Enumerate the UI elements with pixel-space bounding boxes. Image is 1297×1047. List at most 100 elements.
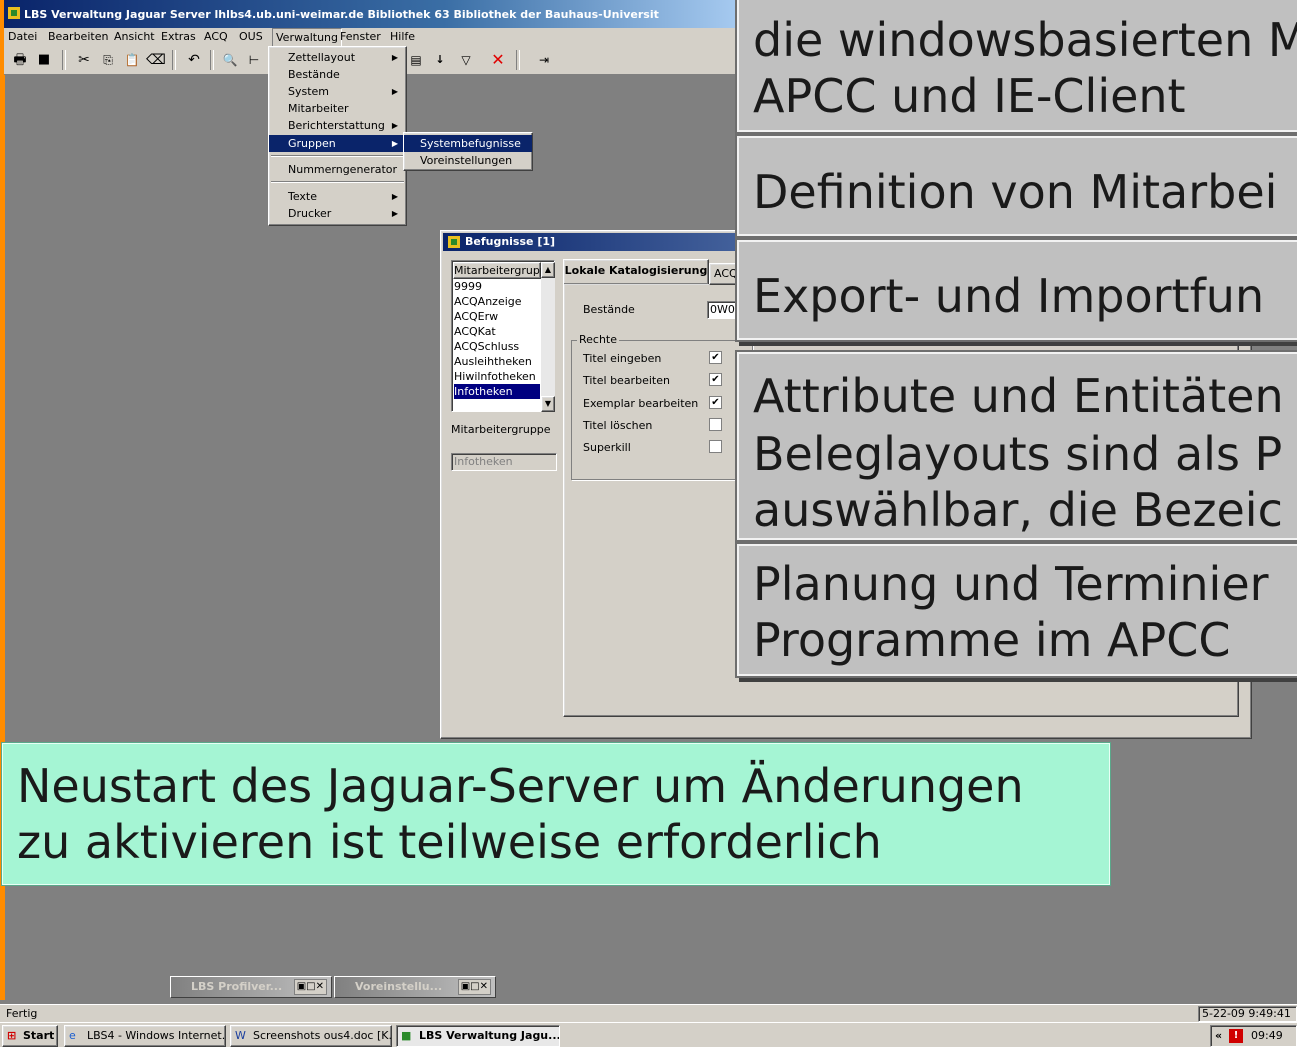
menu-item-label: Drucker bbox=[288, 207, 332, 220]
callout-line: zu aktivieren ist teilweise erforderlich bbox=[17, 815, 882, 869]
taskbar-button-ie[interactable]: e LBS4 - Windows Internet... bbox=[64, 1025, 226, 1047]
minimized-window[interactable]: Voreinstellu... ▣□✕ bbox=[334, 976, 496, 998]
list-item[interactable]: ACQSchluss bbox=[454, 339, 540, 354]
toolbar-separator bbox=[516, 50, 520, 70]
delete-icon[interactable]: ✕ bbox=[488, 50, 508, 70]
filter-icon[interactable]: ▽ bbox=[456, 50, 476, 70]
callout-line: Planung und Terminier bbox=[753, 557, 1269, 611]
toolbar-separator bbox=[172, 50, 176, 70]
tray-expand-icon[interactable]: « bbox=[1215, 1026, 1222, 1046]
list-item[interactable]: ACQKat bbox=[454, 324, 540, 339]
exit-icon[interactable]: ⇥ bbox=[534, 50, 554, 70]
gruppen-submenu: Systembefugnisse Voreinstellungen bbox=[403, 132, 533, 171]
cut-icon[interactable]: ✂ bbox=[74, 50, 94, 70]
menu-item-berichterstattung[interactable]: Berichterstattung ▶ bbox=[269, 117, 406, 134]
scroll-up-icon[interactable]: ▲ bbox=[541, 262, 555, 278]
sort-az-icon[interactable]: ↓ bbox=[430, 50, 450, 70]
task-label: LBS4 - Windows Internet... bbox=[87, 1029, 226, 1042]
taskbar-button-word[interactable]: W Screenshots ous4.doc [K... bbox=[230, 1025, 392, 1047]
tab-lokale-katalogisierung[interactable]: Lokale Katalogisierung bbox=[563, 259, 709, 284]
menu-hilfe[interactable]: Hilfe bbox=[390, 30, 415, 43]
menu-ous[interactable]: OUS bbox=[239, 30, 263, 43]
menu-item-label: Berichterstattung bbox=[288, 119, 385, 132]
find-icon[interactable]: 🔍 bbox=[220, 50, 240, 70]
menubar: Datei Bearbeiten Ansicht Extras ACQ OUS … bbox=[4, 28, 737, 48]
callout-box: Attribute und Entitäten Beleglayouts sin… bbox=[737, 352, 1297, 540]
menu-item-zettellayout[interactable]: Zettellayout ▶ bbox=[269, 49, 406, 66]
toolbar-separator bbox=[210, 50, 214, 70]
callout-line: Attribute und Entitäten bbox=[753, 369, 1284, 423]
submenu-arrow-icon: ▶ bbox=[391, 192, 398, 201]
taskbar-button-lbs[interactable]: ■ LBS Verwaltung Jagu... bbox=[396, 1025, 560, 1047]
scrollbar-track[interactable] bbox=[541, 278, 555, 396]
menu-datei[interactable]: Datei bbox=[8, 30, 37, 43]
window-controls-icon[interactable]: ▣□✕ bbox=[293, 979, 327, 995]
window-title: LBS Verwaltung Jaguar Server lhlbs4.ub.u… bbox=[24, 8, 659, 21]
minimized-window[interactable]: LBS Profilver... ▣□✕ bbox=[170, 976, 332, 998]
submenu-arrow-icon: ▶ bbox=[391, 139, 398, 148]
group-list-header[interactable]: Mitarbeitergrupp bbox=[453, 262, 547, 279]
right-label: Exemplar bearbeiten bbox=[583, 397, 699, 410]
menu-fenster[interactable]: Fenster bbox=[340, 30, 381, 43]
callout-line: Programme im APCC bbox=[753, 613, 1231, 667]
submenu-arrow-icon: ▶ bbox=[391, 87, 398, 96]
document-icon[interactable]: ▤ bbox=[406, 50, 426, 70]
menu-item-systembefugnisse[interactable]: Systembefugnisse bbox=[404, 135, 532, 152]
status-timestamp: 5-22-09 9:49:41 bbox=[1198, 1006, 1297, 1022]
right-checkbox[interactable] bbox=[709, 418, 722, 431]
right-checkbox[interactable]: ✔ bbox=[709, 351, 722, 364]
right-checkbox[interactable]: ✔ bbox=[709, 396, 722, 409]
erase-icon[interactable]: ⌫ bbox=[146, 50, 166, 70]
menu-item-nummerngenerator[interactable]: Nummerngenerator bbox=[269, 161, 406, 178]
menu-bearbeiten[interactable]: Bearbeiten bbox=[48, 30, 108, 43]
right-label: Titel löschen bbox=[583, 419, 653, 432]
rechte-label: Rechte bbox=[577, 333, 620, 346]
start-label: Start bbox=[23, 1029, 55, 1042]
list-item[interactable]: ACQAnzeige bbox=[454, 294, 540, 309]
menu-item-drucker[interactable]: Drucker ▶ bbox=[269, 205, 406, 222]
menu-ansicht[interactable]: Ansicht bbox=[114, 30, 155, 43]
list-item-selected[interactable]: Infotheken bbox=[454, 384, 540, 399]
group-field[interactable]: Infotheken bbox=[451, 453, 557, 471]
menu-item-gruppen[interactable]: Gruppen ▶ bbox=[269, 135, 406, 152]
callout-line: Export- und Importfun bbox=[753, 269, 1265, 323]
right-checkbox[interactable]: ✔ bbox=[709, 373, 722, 386]
menu-verwaltung[interactable]: Verwaltung bbox=[272, 28, 342, 48]
statusbar: Fertig 5-22-09 9:49:41 bbox=[0, 1004, 1297, 1023]
menu-acq[interactable]: ACQ bbox=[204, 30, 228, 43]
save-icon[interactable]: ■ bbox=[34, 50, 54, 70]
group-list[interactable]: Mitarbeitergrupp ▲ ▼ 9999 ACQAnzeige ACQ… bbox=[451, 260, 555, 412]
start-button[interactable]: ⊞ Start bbox=[2, 1025, 58, 1047]
menu-item-label: Texte bbox=[288, 190, 318, 203]
list-item[interactable]: ACQErw bbox=[454, 309, 540, 324]
scroll-down-icon[interactable]: ▼ bbox=[541, 396, 555, 412]
lbs-icon: ■ bbox=[401, 1029, 412, 1042]
alert-icon[interactable]: ! bbox=[1229, 1029, 1243, 1043]
menu-extras[interactable]: Extras bbox=[161, 30, 196, 43]
minimized-window-title: LBS Profilver... bbox=[191, 980, 283, 993]
callout-line: die windowsbasierten M bbox=[753, 13, 1297, 67]
bestaende-label: Bestände bbox=[583, 303, 635, 316]
submenu-arrow-icon: ▶ bbox=[391, 53, 398, 62]
app-titlebar[interactable]: LBS Verwaltung Jaguar Server lhlbs4.ub.u… bbox=[4, 0, 737, 28]
list-item[interactable]: Ausleihtheken bbox=[454, 354, 540, 369]
paste-icon[interactable]: 📋 bbox=[122, 50, 142, 70]
right-label: Titel eingeben bbox=[583, 352, 662, 365]
right-checkbox[interactable] bbox=[709, 440, 722, 453]
callout-line: Definition von Mitarbei bbox=[753, 165, 1278, 219]
menu-item-bestaende[interactable]: Bestände bbox=[269, 66, 406, 83]
system-tray: « ! 09:49 bbox=[1210, 1025, 1297, 1047]
ie-icon: e bbox=[69, 1029, 76, 1042]
menu-item-mitarbeiter[interactable]: Mitarbeiter bbox=[269, 100, 406, 117]
menu-item-texte[interactable]: Texte ▶ bbox=[269, 188, 406, 205]
list-item[interactable]: 9999 bbox=[454, 279, 540, 294]
window-controls-icon[interactable]: ▣□✕ bbox=[457, 979, 491, 995]
undo-icon[interactable]: ↶ bbox=[184, 50, 204, 70]
copy-icon[interactable]: ⎘ bbox=[98, 50, 118, 70]
callout-box: Planung und Terminier Programme im APCC bbox=[737, 544, 1297, 676]
list-item[interactable]: Hiwilnfotheken bbox=[454, 369, 540, 384]
menu-item-system[interactable]: System ▶ bbox=[269, 83, 406, 100]
print-icon[interactable]: 🖶 bbox=[10, 50, 30, 70]
tree-icon[interactable]: ⊢ bbox=[244, 50, 264, 70]
menu-item-voreinstellungen[interactable]: Voreinstellungen bbox=[404, 152, 532, 169]
